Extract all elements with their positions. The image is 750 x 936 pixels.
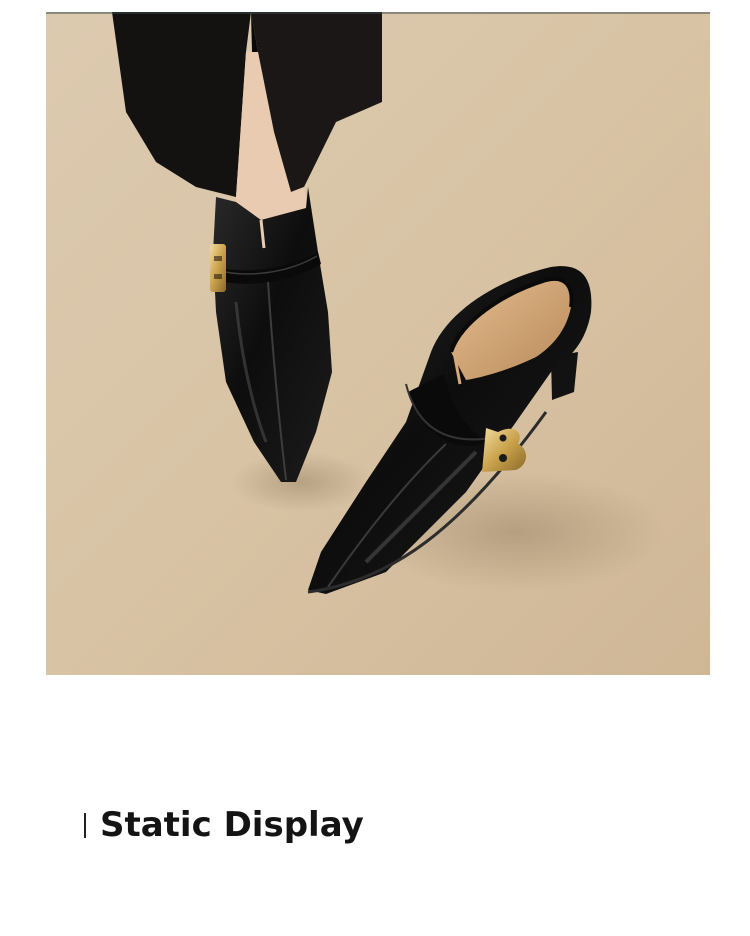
heading-accent-bar [84, 812, 86, 838]
shoes-illustration [46, 12, 710, 675]
product-photo [46, 12, 710, 675]
section-heading: Static Display [84, 801, 364, 849]
left-buckle [210, 244, 226, 292]
section-title: Static Display [100, 805, 364, 845]
